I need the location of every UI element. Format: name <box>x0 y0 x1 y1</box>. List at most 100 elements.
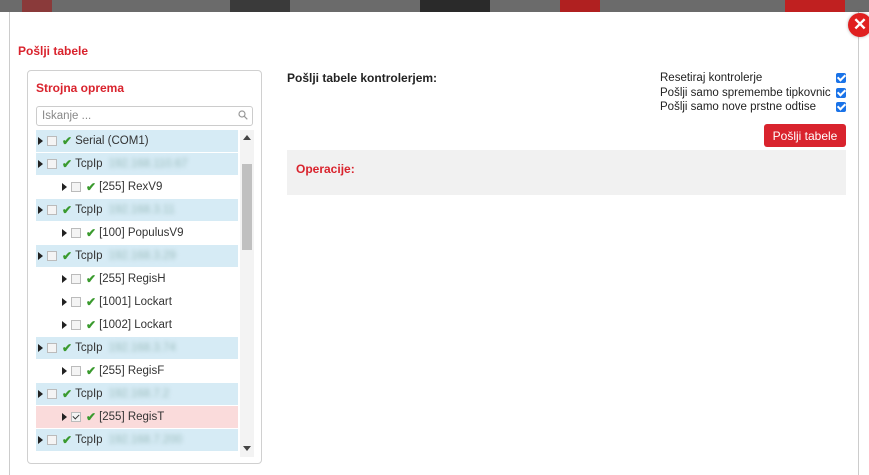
status-check-icon: ✔ <box>86 318 97 332</box>
tree-item-label: [255] RexV9 <box>99 181 163 193</box>
tree-scrollbar[interactable] <box>240 130 254 457</box>
tree-item-address: 192.168.3.29 <box>108 250 176 262</box>
tree-item[interactable]: ✔ [255] RegisH <box>36 268 238 291</box>
expand-arrow-icon[interactable] <box>38 344 43 352</box>
status-check-icon: ✔ <box>86 272 97 286</box>
tree-item-label: TcpIp <box>75 250 103 262</box>
send-options: Resetiraj kontrolerje Pošlji samo spreme… <box>660 71 846 115</box>
tree-item[interactable]: ✔ [255] RegisF <box>36 360 238 383</box>
status-check-icon: ✔ <box>62 134 73 148</box>
hardware-panel-title: Strojna oprema <box>36 81 125 95</box>
option-checkbox[interactable] <box>836 87 846 98</box>
tree-item-label: TcpIp <box>75 158 103 170</box>
tree-item-checkbox[interactable] <box>47 343 57 353</box>
tree-item-address: 192.168.3.74 <box>108 342 176 354</box>
expand-arrow-icon[interactable] <box>38 206 43 214</box>
search-input[interactable] <box>37 107 237 125</box>
status-check-icon: ✔ <box>62 157 73 171</box>
tree-item[interactable]: ✔ TcpIp 192.168.3.74 <box>36 337 238 360</box>
tree-item[interactable]: ✔ TcpIp 192.168.7.2 <box>36 383 238 406</box>
tree-item-label: [255] RegisH <box>99 273 166 285</box>
status-check-icon: ✔ <box>86 364 97 378</box>
expand-arrow-icon[interactable] <box>38 160 43 168</box>
status-check-icon: ✔ <box>86 180 97 194</box>
tree-item[interactable]: ✔ Serial (COM1) <box>36 130 238 153</box>
status-check-icon: ✔ <box>86 410 97 424</box>
background-icon <box>230 0 290 12</box>
dialog-title: Pošlji tabele <box>18 44 89 58</box>
search-icon[interactable] <box>238 110 248 120</box>
tree-item-label: TcpIp <box>75 342 103 354</box>
option-keyboard-changes-only[interactable]: Pošlji samo spremembe tipkovnic <box>660 86 846 101</box>
option-checkbox[interactable] <box>836 73 846 84</box>
tree-item-label: TcpIp <box>75 434 103 446</box>
expand-arrow-icon[interactable] <box>62 367 67 375</box>
tree-item-address: 192.168.7.2 <box>108 388 170 400</box>
send-tables-label: Pošlji tabele kontrolerjem: <box>287 71 438 85</box>
expand-arrow-icon[interactable] <box>38 436 43 444</box>
tree-item-checkbox[interactable] <box>71 366 81 376</box>
tree-item-checkbox[interactable] <box>47 251 57 261</box>
status-check-icon: ✔ <box>62 249 73 263</box>
background-icon <box>560 0 600 12</box>
hardware-panel: Strojna oprema ✔Serial (COM1)✔TcpIp192.1… <box>27 70 262 464</box>
option-checkbox[interactable] <box>836 102 846 113</box>
tree-item[interactable]: ✔ TcpIp 192.168.7.200 <box>36 429 238 452</box>
tree-item-label: Serial (COM1) <box>75 135 149 147</box>
status-check-icon: ✔ <box>62 433 73 447</box>
close-icon[interactable]: ✕ <box>848 13 869 37</box>
status-check-icon: ✔ <box>62 341 73 355</box>
scroll-up-icon[interactable] <box>243 135 251 140</box>
tree-item[interactable]: ✔ TcpIp 192.168.3.29 <box>36 245 238 268</box>
tree-item[interactable]: ✔ [1001] Lockart <box>36 291 238 314</box>
expand-arrow-icon[interactable] <box>62 298 67 306</box>
expand-arrow-icon[interactable] <box>62 183 67 191</box>
tree-item[interactable]: ✔ [255] RegisT <box>36 406 238 429</box>
background-icon <box>22 0 52 12</box>
status-check-icon: ✔ <box>86 295 97 309</box>
tree-item-checkbox[interactable] <box>47 435 57 445</box>
tree-item-label: [100] PopulusV9 <box>99 227 184 239</box>
expand-arrow-icon[interactable] <box>38 390 43 398</box>
tree-item-address: 192.168.7.200 <box>108 434 183 446</box>
tree-item[interactable]: ✔ TcpIp 192.168.3.11 <box>36 199 238 222</box>
tree-item-address: 192.168.3.11 <box>108 204 175 216</box>
tree-item-checkbox[interactable] <box>47 389 57 399</box>
send-tables-button[interactable]: Pošlji tabele <box>764 124 846 147</box>
tree-item-checkbox[interactable] <box>47 205 57 215</box>
tree-item-label: [255] RegisT <box>99 411 165 423</box>
option-new-fingerprints-only[interactable]: Pošlji samo nove prstne odtise <box>660 100 846 115</box>
operations-label: Operacije: <box>296 162 355 176</box>
background-app-strip <box>0 0 869 12</box>
tree-item-checkbox[interactable] <box>71 320 81 330</box>
expand-arrow-icon[interactable] <box>62 229 67 237</box>
expand-arrow-icon[interactable] <box>38 137 43 145</box>
option-reset-controllers[interactable]: Resetiraj kontrolerje <box>660 71 846 86</box>
tree-item-checkbox[interactable] <box>47 136 57 146</box>
hardware-tree: ✔ Serial (COM1) ✔ TcpIp 192.168.110.67 ✔ [255]… <box>36 130 238 457</box>
tree-item-checkbox[interactable] <box>71 228 81 238</box>
tree-item-label: [255] RegisF <box>99 365 165 377</box>
tree-item-checkbox[interactable] <box>71 297 81 307</box>
expand-arrow-icon[interactable] <box>38 252 43 260</box>
status-check-icon: ✔ <box>62 203 73 217</box>
tree-item-checkbox[interactable] <box>47 159 57 169</box>
tree-item-address: 192.168.110.67 <box>108 158 188 170</box>
expand-arrow-icon[interactable] <box>62 275 67 283</box>
status-check-icon: ✔ <box>86 226 97 240</box>
tree-item-checkbox[interactable] <box>71 182 81 192</box>
search-box <box>36 106 253 126</box>
tree-item[interactable]: ✔ [1002] Lockart <box>36 314 238 337</box>
scroll-down-icon[interactable] <box>243 446 251 451</box>
expand-arrow-icon[interactable] <box>62 413 67 421</box>
option-label: Resetiraj kontrolerje <box>660 72 763 85</box>
tree-item[interactable]: ✔ [100] PopulusV9 <box>36 222 238 245</box>
tree-item-label: [1001] Lockart <box>99 296 172 308</box>
tree-item[interactable]: ✔ TcpIp 192.168.110.67 <box>36 153 238 176</box>
scroll-thumb[interactable] <box>242 164 252 250</box>
tree-item-checkbox[interactable] <box>71 274 81 284</box>
expand-arrow-icon[interactable] <box>62 321 67 329</box>
tree-item[interactable]: ✔ [255] RexV9 <box>36 176 238 199</box>
tree-item-checkbox[interactable] <box>71 412 81 422</box>
background-icon <box>420 0 490 12</box>
